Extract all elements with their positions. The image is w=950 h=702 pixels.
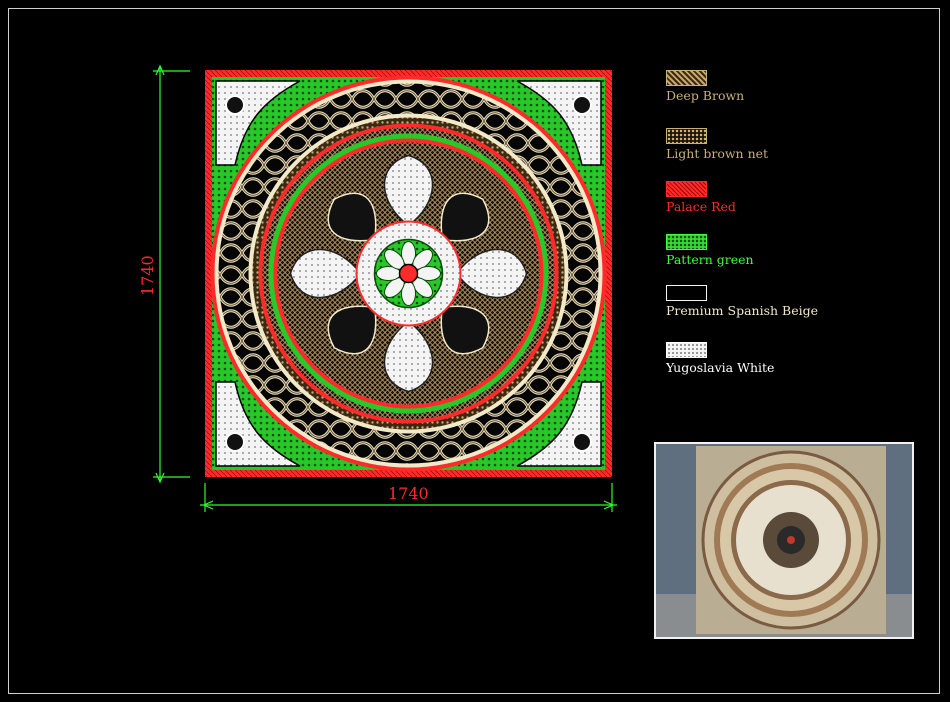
legend-label: Palace Red <box>666 199 736 214</box>
legend-item-palace-red: Palace Red <box>666 181 866 214</box>
vertical-dimension <box>153 64 190 484</box>
legend-item-spanish-beige: Premium Spanish Beige <box>666 285 866 318</box>
deep-brown-swatch <box>666 70 707 86</box>
finished-medallion-photo <box>654 442 914 639</box>
legend-label: Premium Spanish Beige <box>666 303 818 318</box>
legend-item-pattern-green: Pattern green <box>666 234 866 267</box>
legend-item-light-brown-net: Light brown net <box>666 128 866 161</box>
legend-label: Light brown net <box>666 146 769 161</box>
red-swatch <box>666 181 707 197</box>
height-dimension-label: 1740 <box>138 255 157 296</box>
legend-label: Pattern green <box>666 252 754 267</box>
green-swatch <box>666 234 707 250</box>
legend-item-deep-brown: Deep Brown <box>666 70 866 103</box>
net-swatch <box>666 128 707 144</box>
legend-label: Yugoslavia White <box>666 360 775 375</box>
width-dimension-label: 1740 <box>388 484 429 503</box>
legend-label: Deep Brown <box>666 88 745 103</box>
photo-illustration <box>656 444 912 637</box>
beige-swatch <box>666 285 707 301</box>
medallion-square <box>205 70 612 477</box>
legend-item-yugoslavia-white: Yugoslavia White <box>666 342 866 375</box>
white-swatch <box>666 342 707 358</box>
